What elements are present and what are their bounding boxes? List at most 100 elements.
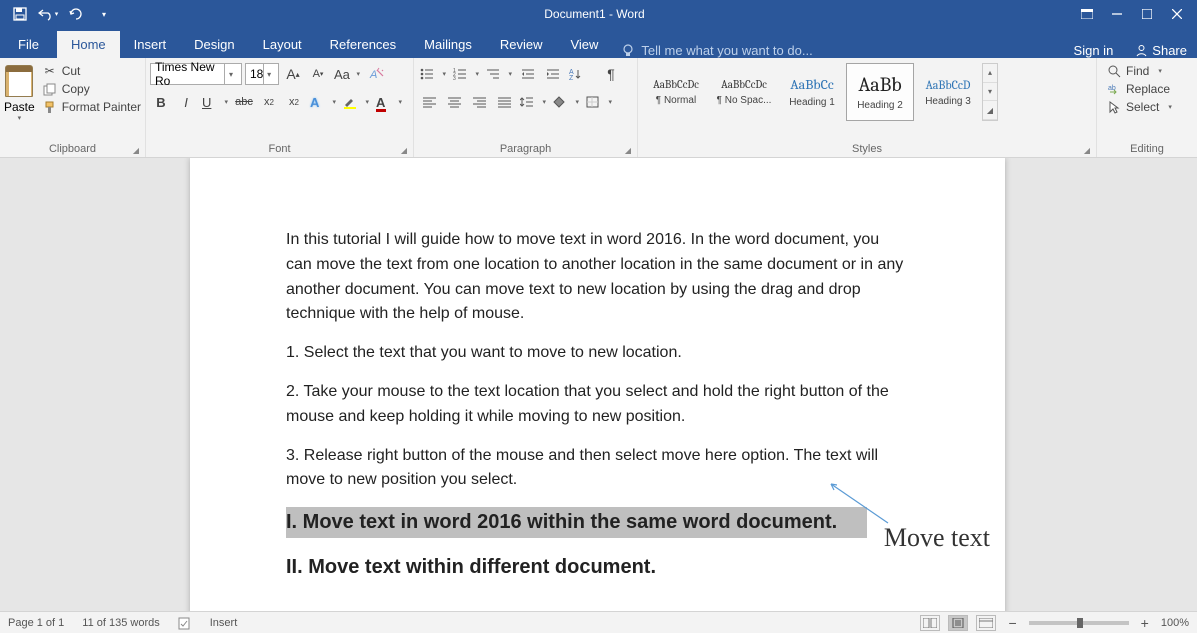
scissors-icon: ✂	[43, 64, 57, 78]
align-right-button[interactable]	[468, 91, 490, 113]
document-area[interactable]: In this tutorial I will guide how to mov…	[0, 158, 1197, 611]
read-mode-button[interactable]	[920, 615, 940, 631]
title-bar: ▾ ▾ Document1 - Word	[0, 0, 1197, 28]
style-heading-3[interactable]: AaBbCcDHeading 3	[914, 63, 982, 121]
style-name: Heading 2	[857, 100, 903, 111]
tell-me-search[interactable]: Tell me what you want to do...	[612, 43, 1061, 58]
cursor-icon	[1107, 100, 1121, 114]
tab-home[interactable]: Home	[57, 31, 120, 58]
text-effects-button[interactable]: A▾	[308, 91, 338, 113]
multilevel-list-button[interactable]: ▾	[484, 63, 514, 85]
share-button[interactable]: Share	[1125, 43, 1197, 58]
style-heading-1[interactable]: AaBbCcHeading 1	[778, 63, 846, 121]
close-button[interactable]	[1163, 3, 1191, 25]
proofing-icon[interactable]	[178, 616, 192, 630]
document-page[interactable]: In this tutorial I will guide how to mov…	[190, 158, 1005, 611]
styles-scroll[interactable]: ▴▾◢	[982, 63, 998, 121]
heading-text[interactable]: II. Move text within different document.	[286, 552, 909, 583]
line-spacing-button[interactable]: ▾	[518, 91, 548, 113]
style---no-spac---[interactable]: AaBbCcDc¶ No Spac...	[710, 63, 778, 121]
style-heading-2[interactable]: AaBbHeading 2	[846, 63, 914, 121]
sign-in-link[interactable]: Sign in	[1062, 43, 1126, 58]
tab-layout[interactable]: Layout	[249, 31, 316, 58]
paragraph-dialog-launcher[interactable]: ◢	[625, 146, 631, 155]
share-label: Share	[1152, 43, 1187, 58]
bullets-button[interactable]: ▾	[418, 63, 448, 85]
undo-button[interactable]: ▾	[36, 2, 60, 26]
copy-button[interactable]: Copy	[39, 81, 145, 97]
style---normal[interactable]: AaBbCcDc¶ Normal	[642, 63, 710, 121]
underline-button[interactable]: U▾	[200, 91, 230, 113]
tab-view[interactable]: View	[556, 31, 612, 58]
save-button[interactable]	[8, 2, 32, 26]
sort-button[interactable]: AZ	[567, 63, 597, 85]
replace-button[interactable]: abReplace	[1105, 81, 1189, 97]
shrink-font-button[interactable]: A▾	[307, 63, 329, 85]
numbering-button[interactable]: 123▾	[451, 63, 481, 85]
select-button[interactable]: Select▾	[1105, 99, 1189, 115]
zoom-in-button[interactable]: +	[1137, 615, 1153, 631]
window-controls	[1073, 3, 1197, 25]
tab-file[interactable]: File	[0, 31, 57, 58]
group-styles: AaBbCcDc¶ NormalAaBbCcDc¶ No Spac...AaBb…	[638, 58, 1097, 157]
change-case-button[interactable]: Aa▾	[332, 63, 362, 85]
ribbon-options-icon[interactable]	[1073, 3, 1101, 25]
tab-design[interactable]: Design	[180, 31, 248, 58]
tab-mailings[interactable]: Mailings	[410, 31, 486, 58]
cut-button[interactable]: ✂Cut	[39, 63, 145, 79]
web-layout-button[interactable]	[976, 615, 996, 631]
bold-button[interactable]: B	[150, 91, 172, 113]
styles-dialog-launcher[interactable]: ◢	[1084, 146, 1090, 155]
show-marks-button[interactable]: ¶	[600, 63, 622, 85]
ribbon: Paste ▾ ✂Cut Copy Format Painter Clipboa…	[0, 58, 1197, 158]
maximize-button[interactable]	[1133, 3, 1161, 25]
status-mode[interactable]: Insert	[210, 617, 238, 629]
clear-formatting-button[interactable]: A	[365, 63, 387, 85]
justify-button[interactable]	[493, 91, 515, 113]
strikethrough-button[interactable]: abc	[233, 91, 255, 113]
find-button[interactable]: Find▾	[1105, 63, 1189, 79]
clipboard-dialog-launcher[interactable]: ◢	[133, 146, 139, 155]
font-color-button[interactable]: A▾	[374, 91, 404, 113]
format-painter-button[interactable]: Format Painter	[39, 99, 145, 115]
zoom-thumb[interactable]	[1077, 618, 1083, 628]
increase-indent-button[interactable]	[542, 63, 564, 85]
styles-scroll-btn[interactable]: ▴	[983, 64, 997, 83]
style-name: Heading 3	[925, 96, 971, 107]
group-label-editing: Editing	[1130, 143, 1164, 155]
zoom-slider[interactable]	[1029, 621, 1129, 625]
zoom-level[interactable]: 100%	[1161, 617, 1189, 629]
highlight-button[interactable]: ▾	[341, 91, 371, 113]
font-name-combo[interactable]: Times New Ro▾	[150, 63, 242, 85]
grow-font-button[interactable]: A▴	[282, 63, 304, 85]
tab-insert[interactable]: Insert	[120, 31, 181, 58]
body-paragraph[interactable]: 3. Release right button of the mouse and…	[286, 444, 909, 494]
superscript-button[interactable]: x2	[283, 91, 305, 113]
body-paragraph[interactable]: 2. Take your mouse to the text location …	[286, 380, 909, 430]
styles-scroll-btn[interactable]: ▾	[983, 83, 997, 102]
styles-scroll-btn[interactable]: ◢	[983, 101, 997, 120]
align-left-button[interactable]	[418, 91, 440, 113]
body-paragraph[interactable]: In this tutorial I will guide how to mov…	[286, 228, 909, 327]
body-paragraph[interactable]: 1. Select the text that you want to move…	[286, 341, 909, 366]
status-page[interactable]: Page 1 of 1	[8, 617, 64, 629]
font-size-combo[interactable]: 18▾	[245, 63, 279, 85]
italic-button[interactable]: I	[175, 91, 197, 113]
paste-button[interactable]: Paste ▾	[4, 61, 35, 122]
font-dialog-launcher[interactable]: ◢	[401, 146, 407, 155]
decrease-indent-button[interactable]	[517, 63, 539, 85]
status-words[interactable]: 11 of 135 words	[82, 617, 159, 629]
align-center-button[interactable]	[443, 91, 465, 113]
redo-button[interactable]	[64, 2, 88, 26]
borders-button[interactable]: ▾	[584, 91, 614, 113]
minimize-button[interactable]	[1103, 3, 1131, 25]
print-layout-button[interactable]	[948, 615, 968, 631]
tab-references[interactable]: References	[316, 31, 410, 58]
subscript-button[interactable]: x2	[258, 91, 280, 113]
selected-heading[interactable]: I. Move text in word 2016 within the sam…	[286, 507, 867, 538]
qat-customize[interactable]: ▾	[92, 2, 116, 26]
zoom-out-button[interactable]: −	[1004, 615, 1020, 631]
style-name: ¶ Normal	[656, 95, 696, 106]
shading-button[interactable]: ▾	[551, 91, 581, 113]
tab-review[interactable]: Review	[486, 31, 557, 58]
